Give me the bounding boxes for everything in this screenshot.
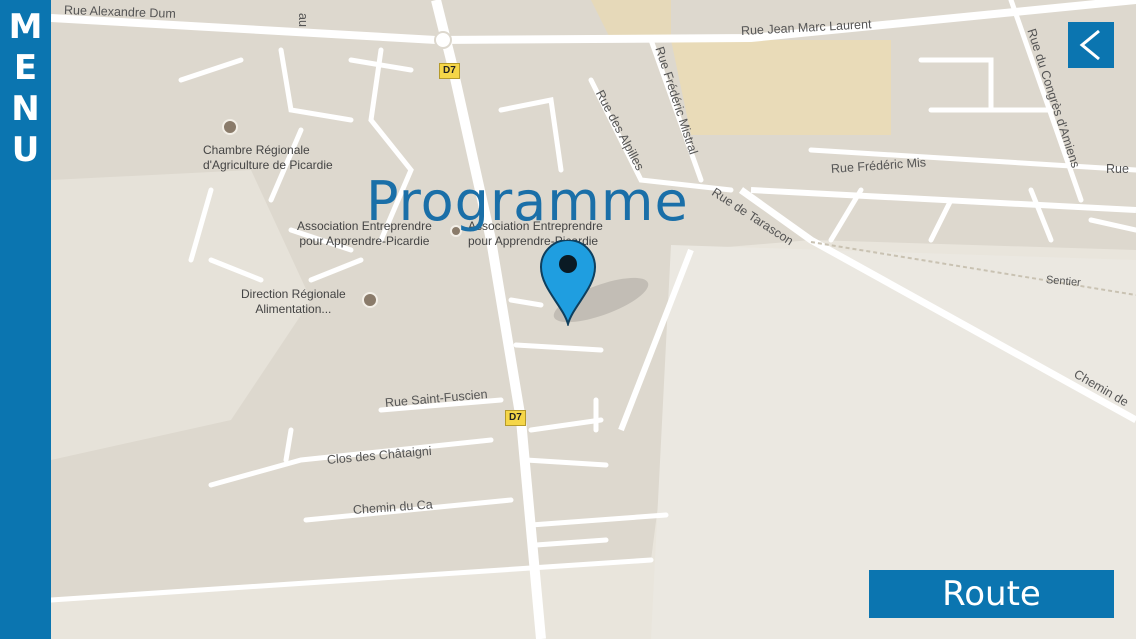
poi-label-direction: Direction Régionale Alimentation... (241, 287, 346, 316)
menu-letter-u: U (11, 130, 40, 170)
map-view[interactable]: Chambre Régionale d'Agriculture de Picard… (51, 0, 1136, 639)
menu-letter-e: E (13, 48, 38, 88)
chevron-left-icon (1079, 29, 1100, 61)
museum-icon (222, 119, 238, 135)
menu-letter-m: M (8, 7, 43, 47)
page-title: Programme (366, 170, 689, 233)
road-badge-d7: D7 (439, 63, 460, 79)
menu-letter-n: N (11, 89, 40, 129)
museum-icon (362, 292, 378, 308)
route-button[interactable]: Route (869, 570, 1114, 618)
road-badge-d7: D7 (505, 410, 526, 426)
street-label: Rue (1106, 162, 1129, 176)
menu-sidebar[interactable]: M E N U (0, 0, 51, 639)
street-label: au (296, 13, 310, 27)
back-button[interactable] (1068, 22, 1114, 68)
poi-label-chambre: Chambre Régionale d'Agriculture de Picard… (203, 143, 333, 172)
